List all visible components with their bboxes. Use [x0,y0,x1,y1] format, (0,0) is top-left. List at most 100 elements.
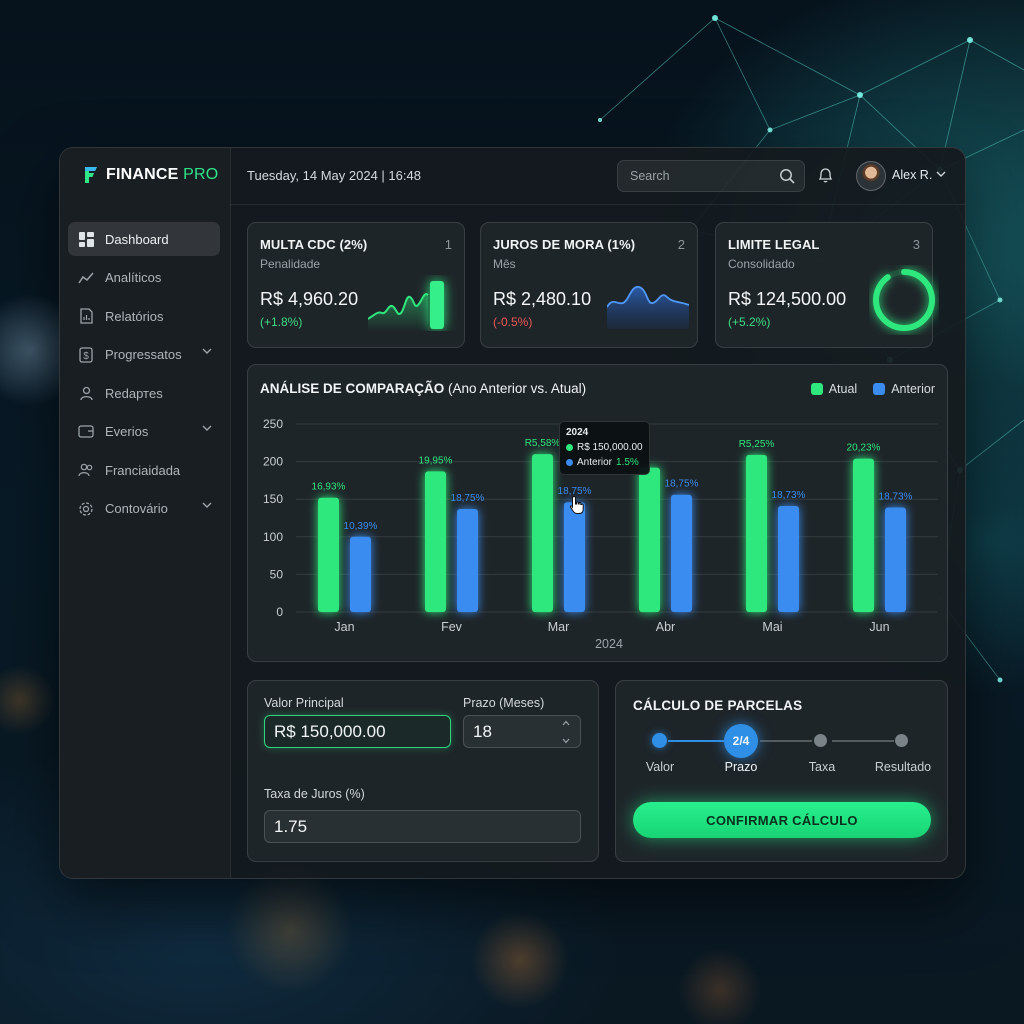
sidebar-item-label: Dashboard [105,231,169,247]
sidebar-item-label: Contovário [105,501,168,516]
step-label-resultado: Resultado [874,760,932,774]
step-label-prazo: Prazo [724,760,758,774]
bar-atual [532,454,553,612]
sidebar-nav: Dashboard Analíticos Relatórios $ Progre… [68,222,220,530]
y-tick-label: 50 [270,567,284,581]
x-axis-label: 2024 [595,637,623,651]
kpi-index: 2 [677,237,685,252]
y-tick-label: 0 [276,605,283,619]
sidebar-item-dashboard[interactable]: Dashboard [68,222,220,256]
sidebar-item-progressatos[interactable]: $ Progressatos [68,338,220,372]
rate-input[interactable]: 1.75 [264,810,581,843]
analytics-icon [78,270,94,286]
calc-title: CÁLCULO DE PARCELAS [633,698,803,713]
term-label: Prazo (Meses) [463,696,545,710]
sparkline-chart [368,281,444,331]
search-icon[interactable] [779,168,795,184]
tooltip-year: 2024 [566,427,589,438]
step-dot-resultado[interactable] [895,734,908,747]
bar-atual [425,471,446,612]
kpi-change: (+1.8%) [260,315,303,329]
bar-chart: 0 50 100 150 200 250 16,93% 10,39% Jan 19,95% 18,7… [263,417,938,651]
step-dot-valor[interactable] [652,733,667,748]
kpi-index: 3 [912,237,920,252]
cursor-hand-icon [569,495,584,514]
confirm-calculation-button[interactable]: CONFIRMAR CÁLCULO [633,802,931,838]
y-tick-label: 200 [263,455,283,469]
sidebar-item-label: Analíticos [105,270,162,285]
sidebar-item-reports[interactable]: Relatórios [68,299,220,333]
term-value: 18 [473,721,492,741]
bar-data-label: 10,39% [344,521,378,532]
chevron-down-icon[interactable] [202,502,212,509]
sidebar-item-label: Redaртes [105,385,163,401]
kpi-card-multa[interactable]: MULTA CDC (2%) Penalidade 1 R$ 4,960.20 … [247,222,465,348]
finance-logo-icon [85,167,97,183]
gear-icon [78,501,94,517]
term-stepper[interactable] [558,720,574,744]
wallet-icon [78,424,94,440]
area-sparkline-chart [607,286,689,329]
sidebar-item-label: Progressatos [105,347,182,362]
principal-label: Valor Principal [264,696,344,710]
kpi-change: (+5.2%) [728,315,771,329]
loan-form-card: Valor Principal R$ 150,000.00 Prazo (Mes… [247,680,599,862]
kpi-subtitle: Mês [493,257,516,271]
app-name: FINANCE PRO [106,166,219,183]
search-input[interactable] [628,168,772,184]
bar-anterior [778,505,799,612]
bar-atual [639,467,660,612]
bar-atual [853,458,874,612]
y-tick-label: 100 [263,530,283,544]
bar-data-label: 20,23% [847,443,881,454]
notification-bell-icon[interactable] [818,167,833,183]
bar-anterior [564,502,585,612]
bar-data-label: 18,73% [879,491,913,502]
installment-calc-card: CÁLCULO DE PARCELAS 2/4 Valor Prazo Taxa… [615,680,948,862]
sidebar-item-label: Everios [105,424,149,439]
logo[interactable]: FINANCE PRO [82,165,218,185]
sidebar-item-everios[interactable]: Everios [68,415,220,449]
stepper-line [832,740,894,742]
chevron-down-icon[interactable] [202,425,212,432]
step-label-valor: Valor [645,760,675,774]
sidebar-item-redaptes[interactable]: Redaртes [68,376,220,410]
search-box[interactable] [617,160,805,192]
principal-input[interactable]: R$ 150,000.00 [264,715,451,748]
app-window: FINANCE PRO Dashboard Analíticos Relatór… [59,147,966,879]
bar-anterior [457,508,478,612]
sidebar-item-contovario[interactable]: Contovário [68,492,220,526]
stepper-line-completed [668,740,726,742]
sidebar-item-analytics[interactable]: Analíticos [68,261,220,295]
chevron-down-icon[interactable] [562,738,570,744]
chevron-up-icon[interactable] [562,720,570,726]
x-tick-label: Mai [762,620,782,634]
kpi-change: (-0.5%) [493,315,533,329]
kpi-card-juros[interactable]: JUROS DE MORA (1%) Mês 2 R$ 2,480.10 (-0… [480,222,698,348]
kpi-subtitle: Consolidado [728,257,795,271]
chevron-down-icon[interactable] [202,348,212,355]
bar-anterior [671,494,692,612]
bar-anterior [885,507,906,612]
x-tick-label: Mar [548,620,570,634]
term-input[interactable]: 18 [463,715,581,748]
user-name[interactable]: Alex R. [892,168,932,182]
progress-ring [873,269,935,331]
x-tick-label: Fev [441,620,463,634]
bar-anterior [350,536,371,612]
kpi-card-limite[interactable]: LIMITE LEGAL Consolidado 3 R$ 124,500.00… [715,222,935,348]
avatar[interactable] [856,161,886,191]
sidebar-item-franciaidada[interactable]: Franciaidada [68,453,220,487]
dollar-icon: $ [78,346,94,363]
tooltip-current-row: R$ 150,000.00 [566,442,643,453]
chevron-down-icon[interactable] [936,171,946,178]
bar-data-label: 19,95% [419,455,453,466]
step-dot-taxa[interactable] [814,734,827,747]
chart-tooltip: 2024 R$ 150,000.00 Anterior 1.5% [559,421,650,475]
people-icon [78,462,94,478]
date-time: Tuesday, 14 May 2024 | 16:48 [247,168,421,183]
step-label-taxa: Taxa [808,760,836,774]
step-dot-prazo[interactable]: 2/4 [724,724,758,758]
kpi-value: R$ 4,960.20 [260,289,359,309]
kpi-value: R$ 124,500.00 [728,289,847,309]
